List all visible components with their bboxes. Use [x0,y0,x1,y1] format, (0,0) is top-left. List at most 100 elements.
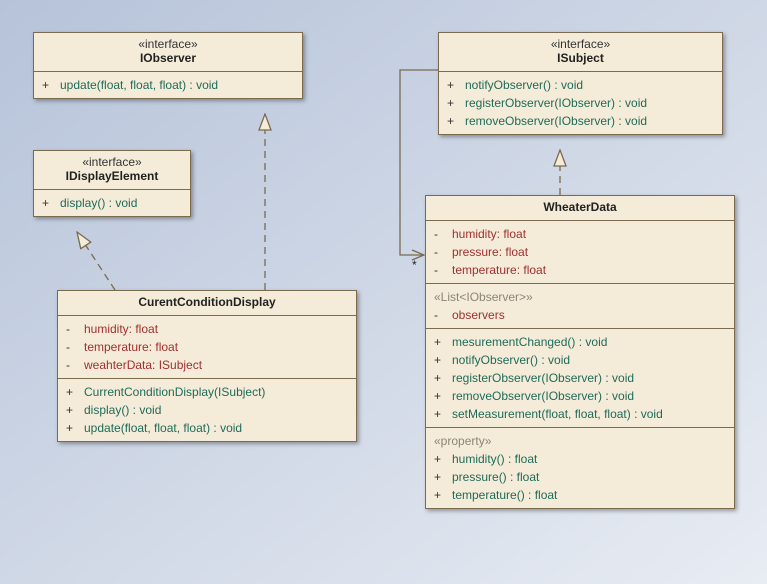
class-idisplayelement: «interface» IDisplayElement + display() … [33,150,191,217]
operation: removeObserver(IObserver) : void [452,387,634,405]
operation-row: + temperature() : float [434,486,726,504]
operation-row: + CurrentConditionDisplay(ISubject) [66,383,348,401]
visibility: - [66,338,84,356]
visibility: + [434,450,452,468]
realization-ccd-idisplay [77,232,115,290]
operation: removeObserver(IObserver) : void [465,112,647,130]
operation: registerObserver(IObserver) : void [452,369,634,387]
operation-row: + registerObserver(IObserver) : void [447,94,714,112]
idisplay-ops: + display() : void [34,189,190,216]
visibility: - [434,306,452,324]
visibility: + [66,419,84,437]
isubject-title: «interface» ISubject [439,33,722,71]
attribute-row: - humidity: float [66,320,348,338]
operation-row: + humidity() : float [434,450,726,468]
class-iobserver: «interface» IObserver + update(float, fl… [33,32,303,99]
isubject-name: ISubject [557,51,604,65]
operation-row: + display() : void [42,194,182,212]
visibility: + [447,76,465,94]
idisplay-name: IDisplayElement [66,169,159,183]
isubject-stereotype: «interface» [443,37,718,51]
wd-observers-group: «List<IObserver>» - observers [426,283,734,328]
visibility: - [66,320,84,338]
operation-row: + display() : void [66,401,348,419]
attribute-row: - temperature: float [66,338,348,356]
visibility: + [447,112,465,130]
operation: humidity() : float [452,450,537,468]
visibility: + [434,405,452,423]
visibility: - [434,261,452,279]
operation: CurrentConditionDisplay(ISubject) [84,383,265,401]
iobserver-name: IObserver [140,51,196,65]
visibility: + [434,351,452,369]
operation: registerObserver(IObserver) : void [465,94,647,112]
attribute: pressure: float [452,243,528,261]
ccd-attrs: - humidity: float - temperature: float -… [58,315,356,378]
visibility: + [434,333,452,351]
attribute: humidity: float [452,225,526,243]
attribute: temperature: float [452,261,546,279]
operation: notifyObserver() : void [465,76,583,94]
class-wheaterdata: WheaterData - humidity: float - pressure… [425,195,735,509]
class-isubject: «interface» ISubject + notifyObserver() … [438,32,723,135]
visibility: - [434,243,452,261]
visibility: + [434,468,452,486]
group-label: «List<IObserver>» [434,288,533,306]
operation-row: + mesurementChanged() : void [434,333,726,351]
attribute: temperature: float [84,338,178,356]
operation-row: + notifyObserver() : void [447,76,714,94]
visibility: + [434,387,452,405]
operation: display() : void [60,194,137,212]
operation: notifyObserver() : void [452,351,570,369]
attribute-row: - humidity: float [434,225,726,243]
wd-name: WheaterData [543,200,616,214]
visibility: - [434,225,452,243]
operation: pressure() : float [452,468,539,486]
operation-row: + removeObserver(IObserver) : void [447,112,714,130]
wd-ops: + mesurementChanged() : void + notifyObs… [426,328,734,427]
attribute: observers [452,306,505,324]
operation: display() : void [84,401,161,419]
iobserver-ops: + update(float, float, float) : void [34,71,302,98]
visibility: + [42,194,60,212]
visibility: + [42,76,60,94]
attribute-row: - weahterData: ISubject [66,356,348,374]
operation-row: + update(float, float, float) : void [66,419,348,437]
uml-canvas: * «interface» IObserver + update(float, … [0,0,767,584]
operation-row: + setMeasurement(float, float, float) : … [434,405,726,423]
operation: temperature() : float [452,486,557,504]
operation-row: + update(float, float, float) : void [42,76,294,94]
attribute-row: - pressure: float [434,243,726,261]
idisplay-stereotype: «interface» [38,155,186,169]
iobserver-stereotype: «interface» [38,37,298,51]
visibility: + [434,369,452,387]
operation: update(float, float, float) : void [84,419,242,437]
attribute-row: - temperature: float [434,261,726,279]
iobserver-title: «interface» IObserver [34,33,302,71]
visibility: + [66,401,84,419]
ccd-name: CurentConditionDisplay [138,295,275,309]
operation-row: + pressure() : float [434,468,726,486]
operation: update(float, float, float) : void [60,76,218,94]
attribute-row: - observers [434,306,726,324]
visibility: + [447,94,465,112]
attribute: weahterData: ISubject [84,356,202,374]
visibility: + [66,383,84,401]
operation-row: + removeObserver(IObserver) : void [434,387,726,405]
operation: mesurementChanged() : void [452,333,607,351]
wd-title: WheaterData [426,196,734,220]
operation: setMeasurement(float, float, float) : vo… [452,405,663,423]
wd-property-group: «property» + humidity() : float + pressu… [426,427,734,508]
operation-row: + notifyObserver() : void [434,351,726,369]
idisplay-title: «interface» IDisplayElement [34,151,190,189]
visibility: - [66,356,84,374]
group-label: «property» [434,432,491,450]
attribute: humidity: float [84,320,158,338]
wd-attrs: - humidity: float - pressure: float - te… [426,220,734,283]
visibility: + [434,486,452,504]
ccd-ops: + CurrentConditionDisplay(ISubject) + di… [58,378,356,441]
ccd-title: CurentConditionDisplay [58,291,356,315]
operation-row: + registerObserver(IObserver) : void [434,369,726,387]
isubject-ops: + notifyObserver() : void + registerObse… [439,71,722,134]
assoc-multiplicity: * [412,258,417,272]
